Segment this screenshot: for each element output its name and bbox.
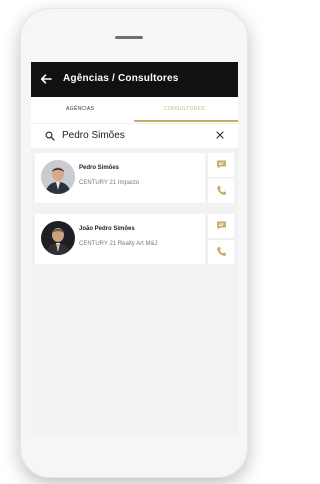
call-button[interactable] xyxy=(208,240,234,264)
chat-icon xyxy=(217,221,226,230)
message-button[interactable] xyxy=(208,153,234,177)
message-button[interactable] xyxy=(208,214,234,238)
tabs-bar: AGÊNCIAS CONSULTORES xyxy=(31,97,238,123)
search-bar[interactable]: Pedro Simões xyxy=(31,124,238,148)
tab-agencies[interactable]: AGÊNCIAS xyxy=(66,106,94,112)
phone-frame: Agências / Consultores AGÊNCIAS CONSULTO… xyxy=(20,8,248,478)
consultant-name: Pedro Simões xyxy=(79,165,120,171)
arrow-left-icon[interactable] xyxy=(39,72,53,86)
phone-icon xyxy=(217,247,226,256)
consultant-card-main[interactable]: Pedro Simões CENTURY 21 Impacto xyxy=(35,153,205,203)
avatar xyxy=(41,160,75,194)
chat-icon xyxy=(217,160,226,169)
app-bar: Agências / Consultores xyxy=(31,62,238,97)
close-icon[interactable] xyxy=(215,130,225,140)
consultant-agency: CENTURY 21 Realty Art M&J xyxy=(79,241,158,247)
tab-consultants[interactable]: CONSULTORES xyxy=(164,106,205,112)
active-tab-indicator xyxy=(134,120,238,122)
consultant-name: João Pedro Simões xyxy=(79,226,135,232)
avatar xyxy=(41,221,75,255)
consultant-card: João Pedro Simões CENTURY 21 Realty Art … xyxy=(35,214,234,264)
app-screen: Agências / Consultores AGÊNCIAS CONSULTO… xyxy=(31,62,238,434)
consultant-card: Pedro Simões CENTURY 21 Impacto xyxy=(35,153,234,203)
phone-icon xyxy=(217,186,226,195)
phone-speaker xyxy=(115,36,143,39)
page-title: Agências / Consultores xyxy=(63,73,179,84)
search-icon xyxy=(45,131,55,141)
consultant-agency: CENTURY 21 Impacto xyxy=(79,180,140,186)
consultant-card-main[interactable]: João Pedro Simões CENTURY 21 Realty Art … xyxy=(35,214,205,264)
call-button[interactable] xyxy=(208,179,234,203)
search-input[interactable]: Pedro Simões xyxy=(62,130,125,141)
